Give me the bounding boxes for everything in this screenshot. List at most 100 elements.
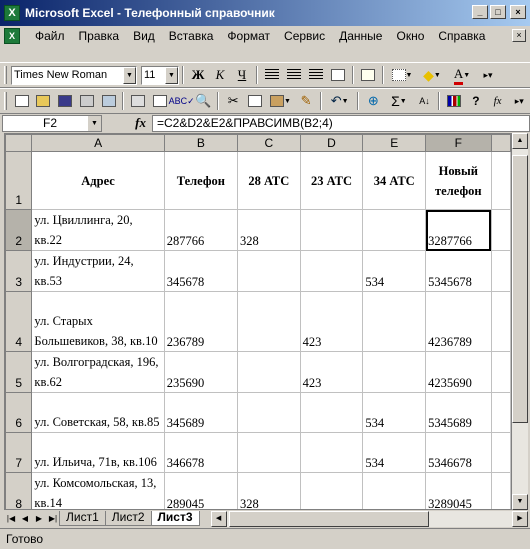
row-header[interactable]: 6	[5, 392, 33, 433]
chevron-down-icon[interactable]: ▼	[88, 115, 101, 131]
underline-button[interactable]: Ч	[231, 65, 253, 85]
bold-button[interactable]: Ж	[187, 65, 209, 85]
font-size-select[interactable]: 11 ▼	[141, 65, 179, 85]
menu-format[interactable]: Формат	[220, 29, 277, 43]
doc-close-button[interactable]: ×	[512, 29, 526, 42]
borders-button[interactable]: ▼	[387, 65, 417, 85]
chevron-down-icon[interactable]: ▼	[123, 66, 136, 84]
cell[interactable]	[490, 250, 511, 292]
help-button[interactable]: ?	[465, 91, 487, 111]
cell-phone[interactable]: 287766	[163, 209, 238, 251]
cell-ats28[interactable]	[236, 250, 301, 292]
open-button[interactable]	[33, 91, 55, 111]
row-header[interactable]: 8	[5, 472, 33, 509]
fx-icon[interactable]: fx	[102, 115, 152, 131]
menu-edit[interactable]: Правка	[72, 29, 127, 43]
menu-tools[interactable]: Сервис	[277, 29, 332, 43]
prev-sheet-icon[interactable]: ◀	[18, 512, 32, 526]
cell-ats28[interactable]	[236, 392, 301, 433]
maximize-button[interactable]: □	[490, 5, 506, 19]
autosum-button[interactable]: Σ ▼	[384, 91, 414, 111]
row-header[interactable]: 7	[5, 432, 33, 473]
column-header-e[interactable]: E	[362, 134, 427, 152]
spelling-button[interactable]: ABC✓	[169, 91, 195, 111]
align-right-button[interactable]	[305, 65, 327, 85]
fill-color-button[interactable]: ◆ ▼	[417, 65, 447, 85]
research-button[interactable]: 🔍	[193, 91, 215, 111]
cell-ats28[interactable]	[236, 432, 301, 473]
cell-new-phone[interactable]: 5346678	[425, 432, 492, 473]
close-button[interactable]: ×	[510, 5, 526, 19]
print-button[interactable]	[127, 91, 149, 111]
cell-new-phone[interactable]: 5345678	[425, 250, 492, 292]
cell-ats23[interactable]	[299, 392, 364, 433]
cell[interactable]	[490, 432, 511, 473]
cell-ats34[interactable]: 534	[362, 392, 427, 433]
cell-address[interactable]: ул. Индустрии, 24, кв.53	[31, 250, 165, 292]
cell[interactable]	[490, 151, 511, 210]
cell-phone[interactable]: 345678	[163, 250, 238, 292]
insert-function-button[interactable]: fx	[487, 91, 509, 111]
cell-phone[interactable]: 236789	[163, 291, 238, 352]
cell-ats34[interactable]: 534	[362, 250, 427, 292]
italic-button[interactable]: К	[209, 65, 231, 85]
name-box[interactable]: F2 ▼	[2, 114, 102, 132]
column-header-f[interactable]: F	[425, 134, 492, 152]
toolbar-grip[interactable]	[4, 66, 7, 84]
cell-address[interactable]: ул. Ильича, 71в, кв.106	[31, 432, 165, 473]
cell-phone[interactable]: 345689	[163, 392, 238, 433]
print-preview-button[interactable]	[149, 91, 171, 111]
copy-button[interactable]	[244, 91, 266, 111]
cell-phone[interactable]: 346678	[163, 432, 238, 473]
cell-new-phone[interactable]: 5345689	[425, 392, 492, 433]
row-header[interactable]: 4	[5, 291, 33, 352]
menu-file[interactable]: Файл	[28, 29, 72, 43]
cell-ats23[interactable]	[299, 472, 364, 509]
font-color-button[interactable]: A ▼	[447, 65, 477, 85]
cell-ats23[interactable]: 423	[299, 291, 364, 352]
cell-address[interactable]: ул. Советская, 58, кв.85	[31, 392, 165, 433]
email-button[interactable]	[98, 91, 120, 111]
chevron-down-icon[interactable]: ▼	[165, 66, 178, 84]
cell-phone[interactable]: 235690	[163, 351, 238, 393]
cell[interactable]	[490, 472, 511, 509]
cut-button[interactable]: ✂	[222, 91, 244, 111]
cell-ats23[interactable]	[299, 432, 364, 473]
cell-new-phone[interactable]: 4236789	[425, 291, 492, 352]
toolbar-grip[interactable]	[4, 92, 7, 110]
cell-address[interactable]: ул. Старых Большевиков, 38, кв.10	[31, 291, 165, 352]
cell-ats28[interactable]: 328	[236, 209, 301, 251]
scroll-left-icon[interactable]: ◀	[210, 510, 227, 527]
vertical-scrollbar[interactable]: ▲ ▼	[512, 133, 528, 510]
cell-address[interactable]: ул. Комсомольская, 13, кв.14	[31, 472, 165, 509]
cell-ats23[interactable]: 423	[299, 351, 364, 393]
minimize-button[interactable]: _	[472, 5, 488, 19]
cell-new-phone-active[interactable]: 3287766	[425, 209, 492, 251]
cell-ats23[interactable]	[299, 250, 364, 292]
hyperlink-button[interactable]: ⊕	[362, 91, 384, 111]
horizontal-scrollbar[interactable]: ◀ ▶	[207, 510, 528, 527]
cell-ats34[interactable]	[362, 472, 427, 509]
cell-header-new-phone[interactable]: Новый телефон	[425, 151, 492, 210]
tab-sheet3[interactable]: Лист3	[150, 511, 200, 526]
toolbar2-options-button[interactable]: ▸▾	[508, 91, 530, 111]
cell-ats28[interactable]	[236, 351, 301, 393]
row-header[interactable]: 2	[5, 209, 33, 251]
save-button[interactable]	[54, 91, 76, 111]
align-center-button[interactable]	[283, 65, 305, 85]
formula-input[interactable]: =C2&D2&E2&ПРАВСИМВ(B2;4)	[152, 114, 530, 132]
cell-ats34[interactable]	[362, 291, 427, 352]
scroll-down-icon[interactable]: ▼	[512, 494, 528, 510]
paste-button[interactable]: ▼	[266, 91, 296, 111]
tab-sheet2[interactable]: Лист2	[104, 511, 152, 526]
menu-help[interactable]: Справка	[431, 29, 492, 43]
cell-header-address[interactable]: Адрес	[31, 151, 165, 210]
cell-new-phone[interactable]: 3289045	[425, 472, 492, 509]
cell[interactable]	[490, 392, 511, 433]
font-name-select[interactable]: Times New Roman ▼	[11, 65, 137, 85]
column-header-g[interactable]	[490, 134, 511, 152]
cell[interactable]	[490, 351, 511, 393]
column-header-d[interactable]: D	[299, 134, 364, 152]
excel-app-icon[interactable]: X	[4, 5, 20, 21]
row-header[interactable]: 3	[5, 250, 33, 292]
